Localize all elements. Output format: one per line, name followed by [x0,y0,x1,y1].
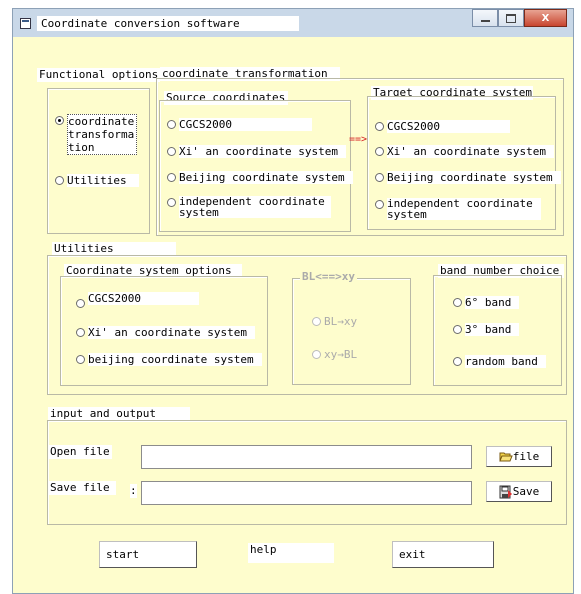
maximize-button[interactable] [498,9,524,27]
save-disk-icon [499,485,512,498]
radio-dot [312,317,321,326]
window-app-icon [20,18,31,29]
radio-utilities[interactable]: Utilities [55,174,139,187]
file-button-label: file [512,450,540,463]
radio-dot [167,198,176,207]
radio-dot [375,122,384,131]
radio-3-degree-band[interactable]: 3° band [453,323,520,336]
open-file-button[interactable]: file [486,446,552,467]
save-file-input[interactable] [141,481,472,505]
utility-radio-beijing[interactable]: beijing coordinate system [76,353,262,366]
radio-dot [375,147,384,156]
radio-dot [167,147,176,156]
target-radio-beijing[interactable]: Beijing coordinate system [375,171,561,184]
maximize-icon [506,13,516,23]
radio-dot [453,357,462,366]
radio-dot [76,299,85,308]
close-icon: X [541,12,550,24]
radio-dot [312,350,321,359]
radio-dot [167,173,176,182]
utility-radio-xian[interactable]: Xi' an coordinate system [76,326,255,339]
radio-dot [453,298,462,307]
source-radio-beijing[interactable]: Beijing coordinate system [167,171,353,184]
radio-dot [375,173,384,182]
radio-dot [167,120,176,129]
save-file-colon: : [130,484,137,498]
help-button[interactable]: help [248,543,334,563]
radio-xy-to-bl[interactable]: xy→BL [312,348,365,361]
source-radio-independent[interactable]: independent coordinate system [167,196,331,218]
target-radio-cgcs2000[interactable]: CGCS2000 [375,120,510,133]
open-file-label: Open file [48,445,112,459]
radio-bl-to-xy[interactable]: BL→xy [312,315,365,328]
close-button[interactable]: X [524,9,567,27]
save-file-button[interactable]: Save [486,481,552,502]
utility-radio-cgcs2000[interactable]: CGCS2000 [76,292,199,308]
target-radio-xian[interactable]: Xi' an coordinate system [375,145,554,158]
bl-xy-group [292,278,411,385]
radio-random-band[interactable]: random band [453,355,546,368]
minimize-icon [480,20,490,22]
radio-dot [375,200,384,209]
functional-options-label: Functional options [37,68,161,82]
source-radio-cgcs2000[interactable]: CGCS2000 [167,118,312,131]
window-title: Coordinate conversion software [37,16,299,31]
title-bar[interactable]: Coordinate conversion software X [13,9,573,37]
input-output-label: input and output [48,407,190,421]
radio-dot [76,328,85,337]
minimize-button[interactable] [472,9,498,27]
open-file-input[interactable] [141,445,472,469]
radio-6-degree-band[interactable]: 6° band [453,296,520,309]
bl-xy-label: BL<==>xy [300,270,357,284]
source-radio-xian[interactable]: Xi' an coordinate system [167,145,346,158]
radio-dot [76,355,85,364]
radio-dot-selected [55,116,64,125]
utilities-label: Utilities [52,242,176,256]
exit-button[interactable]: exit [392,541,494,568]
input-output-group [47,420,567,525]
target-radio-independent[interactable]: independent coordinate system [375,198,541,220]
folder-open-icon [499,452,513,462]
start-button[interactable]: start [99,541,197,568]
save-button-label: Save [512,485,540,498]
direction-arrow: ==> [349,134,368,145]
radio-dot [55,176,64,185]
functional-options-group [47,88,150,234]
save-file-label: Save file [48,481,116,495]
radio-coordinate-transformation[interactable]: coordinate transforma tion [55,114,138,155]
radio-dot [453,325,462,334]
